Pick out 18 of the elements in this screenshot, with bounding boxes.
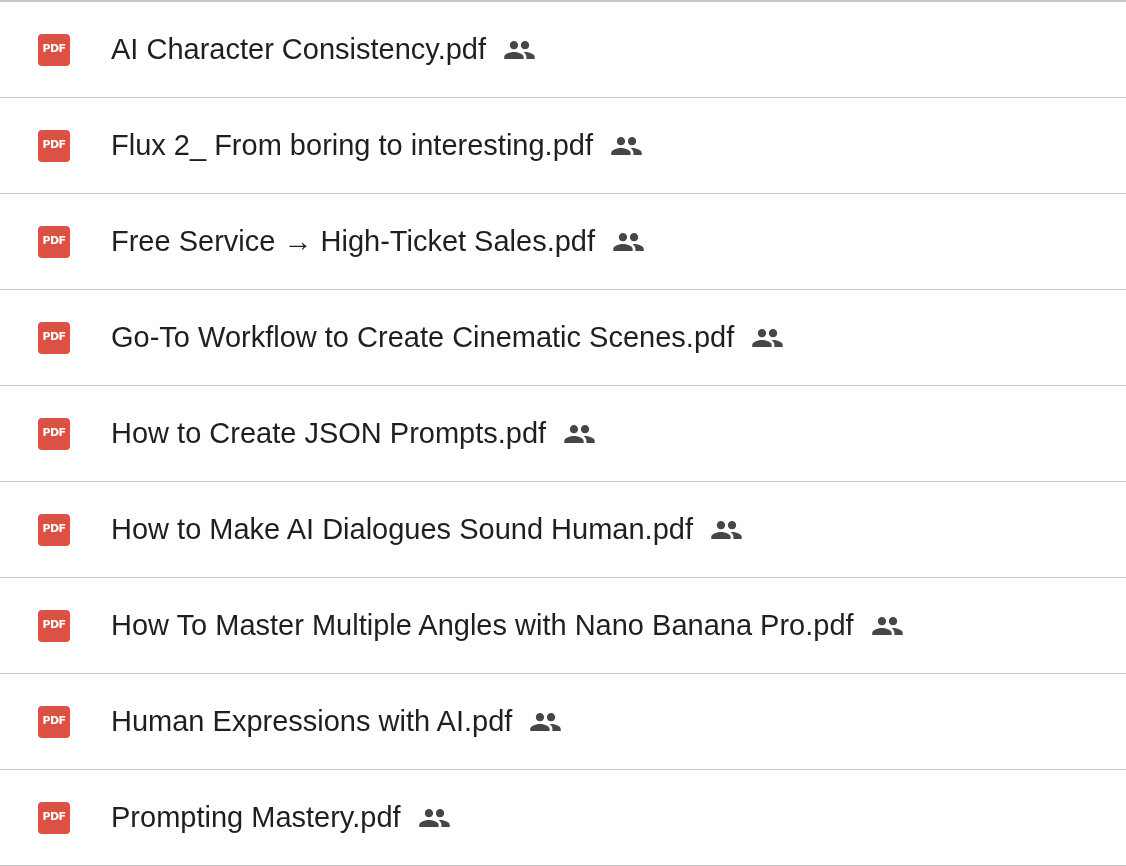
file-type-badge: PDF — [38, 33, 70, 66]
file-type-badge: PDF — [38, 129, 70, 162]
file-type-badge: PDF — [38, 801, 70, 834]
file-name[interactable]: Go-To Workflow to Create Cinematic Scenes.pdf — [111, 315, 735, 360]
file-type-badge: PDF — [38, 513, 70, 546]
file-type-badge: PDF — [38, 609, 70, 642]
file-name[interactable]: AI Character Consistency.pdf — [111, 27, 487, 72]
file-name[interactable]: How to Make AI Dialogues Sound Human.pdf — [111, 507, 693, 552]
file-type-badge: PDF — [38, 417, 70, 450]
file-name[interactable]: Flux 2_ From boring to interesting.pdf — [111, 123, 593, 168]
file-name[interactable]: Prompting Mastery.pdf — [111, 795, 401, 840]
file-type-badge: PDF — [38, 705, 70, 738]
file-name[interactable]: How to Create JSON Prompts.pdf — [111, 411, 547, 456]
file-name[interactable]: How To Master Multiple Angles with Nano Banana Pro.pdf — [111, 603, 854, 648]
file-type-badge: PDF — [38, 225, 70, 258]
file-name[interactable]: Human Expressions with AI.pdf — [111, 699, 513, 744]
file-type-badge: PDF — [38, 321, 70, 354]
file-name[interactable]: Free Service → High-Ticket Sales.pdf — [111, 219, 596, 264]
